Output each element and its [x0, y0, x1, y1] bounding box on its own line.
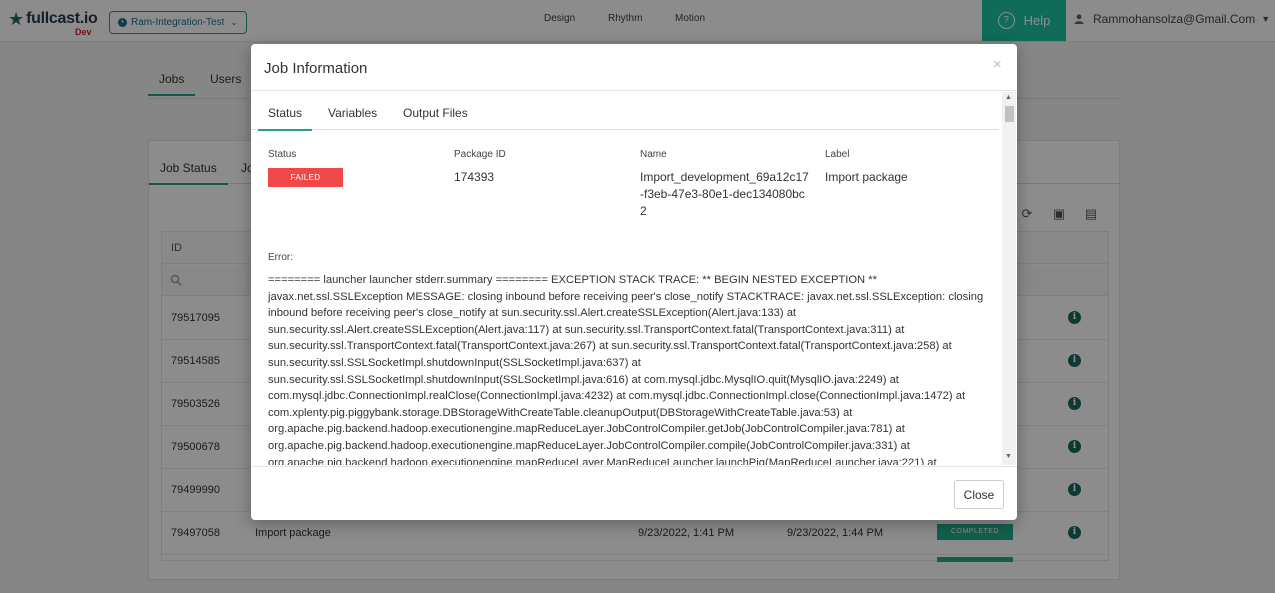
- modal-scrollbar[interactable]: ▲ ▼: [1002, 92, 1016, 465]
- error-stack-trace: ======== launcher launcher stderr.summar…: [268, 274, 984, 465]
- status-label: Status: [268, 149, 297, 160]
- modal-tabs: Status Variables Output Files: [251, 92, 999, 131]
- name-value: Import_development_69a12c17-f3eb-47e3-80…: [640, 170, 809, 218]
- modal-footer: Close: [251, 466, 1017, 520]
- modal-header: Job Information ×: [251, 44, 1017, 91]
- failed-status-badge: FAILED: [268, 168, 343, 187]
- scroll-up-icon[interactable]: ▲: [1005, 94, 1012, 101]
- package-id-value: 174393: [454, 170, 495, 184]
- package-id-label: Package ID: [454, 149, 506, 160]
- name-label: Name: [640, 149, 667, 160]
- modal-body: Status Variables Output Files Status FAI…: [251, 92, 1017, 465]
- close-icon[interactable]: ×: [993, 56, 1002, 73]
- tab-output-files[interactable]: Output Files: [403, 106, 468, 129]
- modal-title: Job Information: [264, 60, 368, 77]
- error-label: Error:: [268, 252, 293, 263]
- close-button[interactable]: Close: [954, 480, 1004, 509]
- job-information-modal: Job Information × Status Variables Outpu…: [251, 44, 1017, 520]
- tab-status[interactable]: Status: [258, 106, 313, 131]
- scroll-down-icon[interactable]: ▼: [1005, 453, 1012, 460]
- label-value: Import package: [825, 170, 908, 184]
- tab-variables[interactable]: Variables: [328, 106, 377, 129]
- scroll-thumb[interactable]: [1005, 106, 1014, 122]
- label-label: Label: [825, 149, 850, 160]
